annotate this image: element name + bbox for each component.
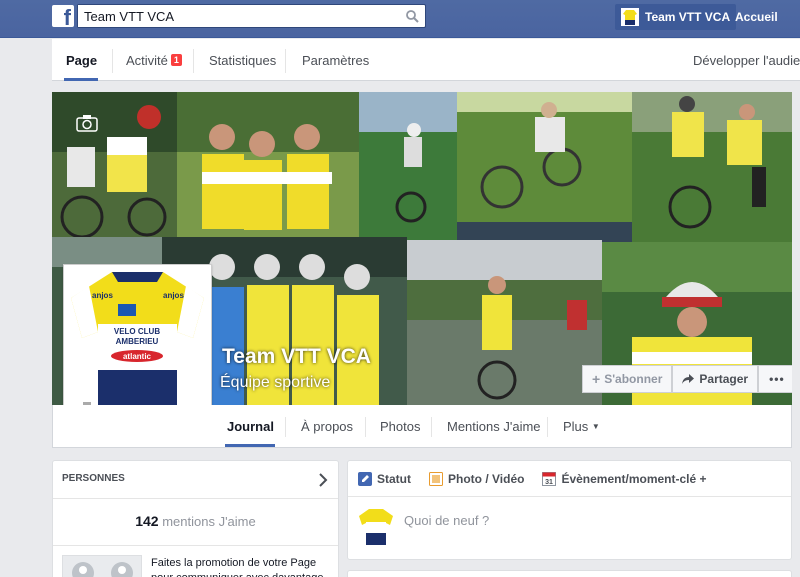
tab-journal[interactable]: Journal bbox=[227, 419, 274, 434]
cover-actions: + S'abonner Partager ••• bbox=[582, 365, 792, 393]
svg-text:anjos: anjos bbox=[163, 291, 184, 300]
divider bbox=[193, 49, 194, 73]
share-arrow-icon bbox=[682, 374, 695, 384]
facebook-logo-icon[interactable]: f bbox=[52, 5, 74, 27]
likes-count: 142 bbox=[135, 513, 159, 529]
tab-photos[interactable]: Photos bbox=[380, 419, 420, 434]
cover-tile-team bbox=[177, 92, 359, 237]
divider bbox=[365, 417, 366, 437]
caret-down-icon: ▼ bbox=[591, 422, 600, 431]
divider bbox=[285, 417, 286, 437]
status-tab[interactable]: Statut bbox=[358, 471, 411, 486]
divider bbox=[431, 417, 432, 437]
likes-summary: 142 mentions J'aime bbox=[53, 513, 338, 529]
cover-tile-feed bbox=[632, 92, 792, 242]
tab-about[interactable]: À propos bbox=[301, 419, 353, 434]
cover-tile-rider-blur bbox=[457, 92, 632, 222]
post-composer: Statut Photo / Vidéo 31 Évènement/moment… bbox=[347, 460, 792, 560]
chevron-right-icon[interactable] bbox=[318, 473, 328, 487]
share-label: Partager bbox=[699, 372, 749, 386]
page-category[interactable]: Équipe sportive bbox=[220, 374, 330, 392]
promo-text: Faites la promotion de votre Page pour c… bbox=[151, 557, 323, 577]
promo-avatars bbox=[62, 555, 142, 577]
search-input[interactable] bbox=[78, 5, 398, 27]
home-link[interactable]: Accueil bbox=[735, 10, 778, 24]
more-options-button[interactable]: ••• bbox=[758, 365, 792, 393]
profile-name: Team VTT VCA bbox=[645, 10, 731, 24]
camera-icon[interactable] bbox=[76, 114, 98, 132]
page-avatar bbox=[359, 509, 393, 545]
subscribe-label: S'abonner bbox=[604, 372, 663, 386]
cover-tile-finish bbox=[407, 240, 602, 405]
svg-text:VELO CLUB: VELO CLUB bbox=[114, 327, 160, 336]
svg-text:anjos: anjos bbox=[92, 291, 113, 300]
people-card: PERSONNES 142 mentions J'aime Faites la … bbox=[52, 460, 339, 577]
people-header[interactable]: PERSONNES bbox=[53, 461, 338, 499]
cover-tile-trail bbox=[359, 92, 457, 240]
tab-more-label: Plus bbox=[563, 419, 589, 434]
composer-tabs: Statut Photo / Vidéo 31 Évènement/moment… bbox=[348, 461, 791, 497]
tab-likes[interactable]: Mentions J'aime bbox=[447, 419, 541, 434]
tab-more[interactable]: Plus ▼ bbox=[563, 419, 600, 434]
plus-icon: + bbox=[592, 371, 601, 387]
active-tab-indicator bbox=[225, 444, 275, 447]
subscribe-button[interactable]: + S'abonner bbox=[582, 365, 673, 393]
calendar-icon: 31 bbox=[542, 471, 557, 486]
top-bar: f Team VTT VCA Accueil bbox=[0, 0, 800, 38]
person-icon bbox=[71, 562, 94, 577]
share-button[interactable]: Partager bbox=[672, 365, 759, 393]
profile-avatar bbox=[621, 8, 639, 26]
cover-tile-riders bbox=[52, 92, 177, 237]
pencil-icon bbox=[358, 471, 372, 486]
divider bbox=[285, 49, 286, 73]
tab-activity[interactable]: Activité 1 bbox=[126, 53, 182, 68]
event-tab[interactable]: 31 Évènement/moment-clé + bbox=[542, 471, 707, 486]
profile-link[interactable]: Team VTT VCA bbox=[615, 4, 737, 30]
tab-page[interactable]: Page bbox=[66, 53, 97, 68]
svg-text:31: 31 bbox=[546, 479, 554, 486]
page-admin-nav: Page Activité 1 Statistiques Paramètres D… bbox=[52, 39, 800, 81]
active-tab-indicator bbox=[64, 78, 98, 81]
search-icon[interactable] bbox=[405, 9, 419, 23]
composer-input[interactable]: Quoi de neuf ? bbox=[404, 513, 489, 528]
person-icon bbox=[110, 562, 133, 577]
search-box[interactable] bbox=[77, 4, 426, 28]
likes-label: mentions J'aime bbox=[162, 514, 256, 529]
page-title[interactable]: Team VTT VCA bbox=[222, 345, 371, 369]
svg-text:AMBERIEU: AMBERIEU bbox=[116, 337, 159, 346]
tab-settings[interactable]: Paramètres bbox=[302, 53, 369, 68]
status-label: Statut bbox=[377, 471, 411, 486]
tab-activity-label: Activité bbox=[126, 53, 168, 68]
divider bbox=[547, 417, 548, 437]
divider bbox=[53, 545, 338, 546]
notification-badge: 1 bbox=[170, 54, 182, 66]
tab-statistics[interactable]: Statistiques bbox=[209, 53, 276, 68]
page-tabs: Journal À propos Photos Mentions J'aime … bbox=[52, 405, 792, 448]
tab-grow-audience[interactable]: Développer l'audien bbox=[693, 53, 800, 68]
svg-text:atlantic: atlantic bbox=[123, 352, 152, 361]
event-label: Évènement/moment-clé + bbox=[561, 471, 707, 486]
photo-video-label: Photo / Vidéo bbox=[448, 471, 525, 486]
photo-video-tab[interactable]: Photo / Vidéo bbox=[429, 471, 525, 486]
divider bbox=[112, 49, 113, 73]
feed-card bbox=[347, 570, 792, 577]
photo-icon bbox=[429, 471, 443, 486]
